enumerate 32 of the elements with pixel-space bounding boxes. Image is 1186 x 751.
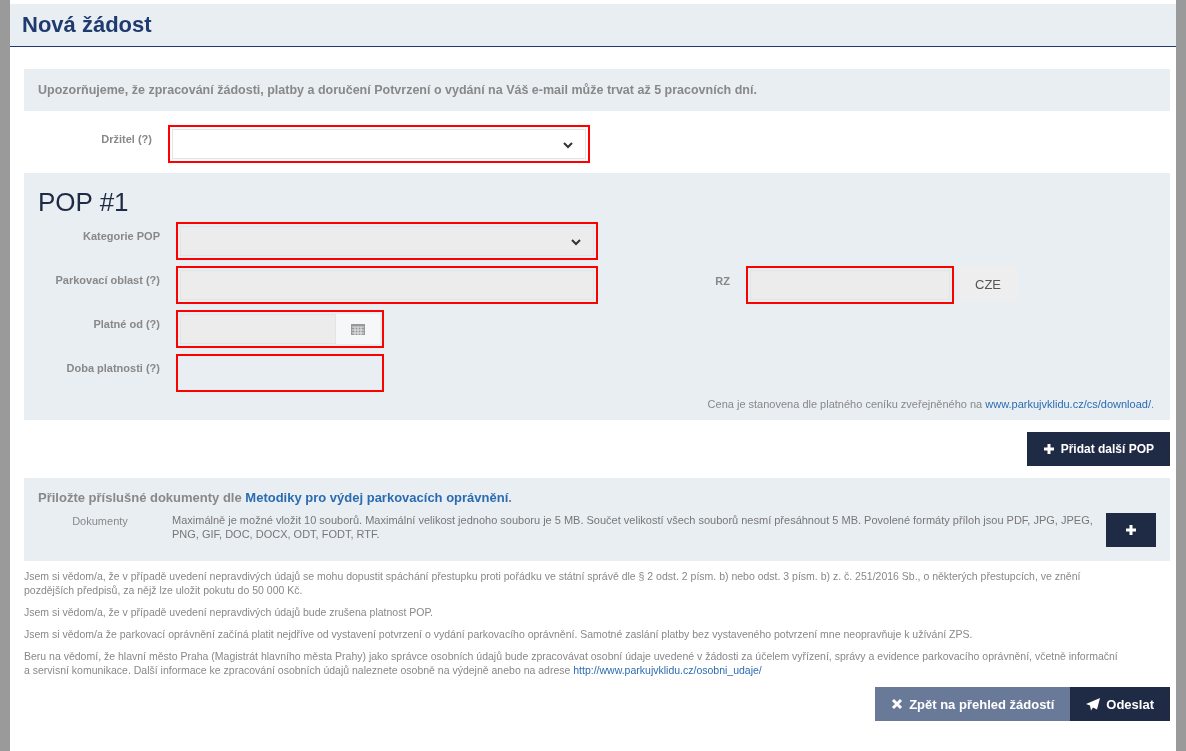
field-label: Parkovací oblast (?)	[54, 273, 160, 287]
paragraph: Přiložte příslušné dokumenty dle Metodiky pro výdej parkovacích oprávnění.	[38, 490, 513, 505]
calendar-button[interactable]	[336, 314, 380, 344]
paper-plane-icon	[1086, 697, 1101, 711]
paragraph: Beru na vědomí, že hlavní město Praha (Magistrát hlavního města Prahy) jako správce osobních údajů bude zpracovávat osobní údaje uvedené v žádosti za účelem vyřízení, správy a evidence parkovacího oprávnění, včetně informační a servisní komunikace. Další informace ke zpracování osobních údajů naleznete osobně na výdejně anebo na adrese http://www.parkujvklidu.cz/osobni_udaje/	[24, 649, 1119, 677]
paragraph: Jsem si vědom/a, že v případě uvedení nepravdivých údajů bude zrušena platnost POP.	[24, 605, 434, 619]
link[interactable]: www.parkujvklidu.cz/cs/download/	[985, 398, 1151, 410]
close-icon	[891, 698, 904, 710]
add-file-button[interactable]	[1106, 513, 1156, 547]
link[interactable]: http://www.parkujvklidu.cz/osobni_udaje/	[573, 664, 762, 676]
calendar-icon	[351, 323, 365, 335]
field-label: Doba platnosti (?)	[65, 361, 160, 375]
notice-text: Upozorňujeme, že zpracování žádosti, platby a doručení Potvrzení o vydání na Váš e-mail může trvat až 5 pracovních dní.	[38, 83, 757, 97]
paragraph: Cena je stanovena dle platného ceníku zveřejněného na www.parkujvklidu.cz/cs/download/.	[706, 398, 1154, 410]
chevron-down-icon	[571, 239, 581, 246]
upload-info: Maximálně je možné vložit 10 souborů. Maximální velikost jednoho souboru je 5 MB. Součet velikostí všech souborů nesmí přesáhnout 5 MB. Povolené formáty příloh jsou PDF, JPG, JPEG, PNG, GIF, DOC, DOCX, ODT, FODT, RTF.	[171, 513, 1094, 541]
field-label: RZ	[714, 274, 730, 288]
field-label: Platné od (?)	[92, 317, 160, 331]
field-label: Kategorie POP	[81, 229, 160, 243]
submit-button[interactable]: Odeslat	[1070, 687, 1170, 721]
paragraph: Jsem si vědom/a, že v případě uvedení nepravdivých údajů se mohu dopustit spáchání přestupku proti pořádku ve státní správě dle § 2 odst. 2 písm. b) nebo odst. 3 písm. b) z. č. 251/2016 Sb., o některých přestupcích, ve znění pozdějších předpisů, za nějž lze uložit pokutu do 50 000 Kč.	[24, 569, 1082, 597]
back-button[interactable]: Zpět na přehled žádostí	[875, 687, 1071, 721]
section-heading: POP #1	[38, 187, 130, 218]
add-pop-button[interactable]: Přidat další POP	[1026, 432, 1170, 466]
country-code: CZE	[958, 266, 1018, 302]
chevron-down-icon	[563, 142, 573, 149]
paragraph: Jsem si vědom/a že parkovací oprávnění začíná platit nejdříve od vystavení potvrzení o vydání parkovacího oprávnění. Samotné zaslání platby bez vystaveného potvrzení mne neopravňuje k užívání ZPS.	[24, 627, 974, 641]
field-label: Dokumenty	[71, 514, 129, 527]
page-title: Nová žádost	[22, 12, 152, 38]
field-label: Držitel (?)	[100, 132, 152, 146]
plus-icon	[1125, 524, 1137, 536]
plus-icon	[1042, 443, 1055, 455]
